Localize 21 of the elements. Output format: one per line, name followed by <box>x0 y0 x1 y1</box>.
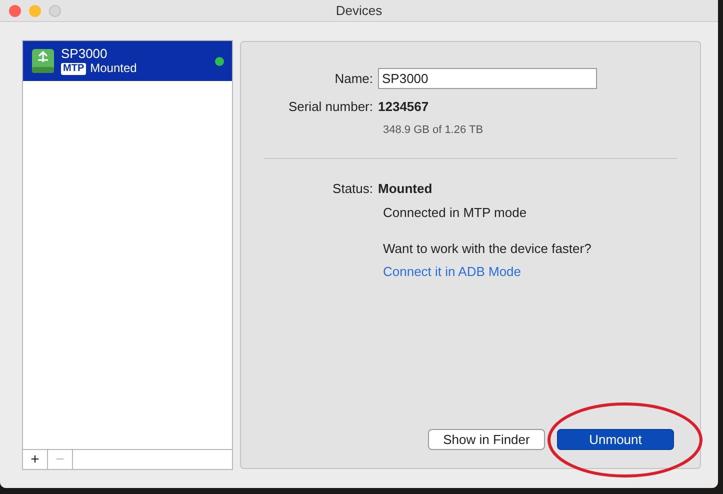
adb-mode-link[interactable]: Connect it in ADB Mode <box>383 262 522 281</box>
show-in-finder-button[interactable]: Show in Finder <box>428 429 545 450</box>
name-field[interactable]: SP3000 <box>378 68 597 89</box>
unmount-button[interactable]: Unmount <box>557 429 674 450</box>
capacity-text: 348.9 GB of 1.26 TB <box>383 122 484 138</box>
name-label: Name: <box>334 70 374 88</box>
zoom-button[interactable] <box>49 4 61 16</box>
device-item[interactable]: SP3000 MTP Mounted <box>23 41 232 81</box>
status-detail: Connected in MTP mode <box>383 204 528 222</box>
add-button[interactable]: + <box>23 450 48 469</box>
window-title: Devices <box>334 2 384 20</box>
minimize-button[interactable] <box>29 4 41 16</box>
status-label: Status: <box>332 180 374 198</box>
close-button[interactable] <box>9 4 21 16</box>
mode-badge: MTP <box>61 62 86 74</box>
device-name: SP3000 <box>61 46 108 61</box>
status-value: Mounted <box>378 180 432 198</box>
serial-number: 1234567 <box>378 98 429 116</box>
serial-label: Serial number: <box>287 98 374 116</box>
device-status: Mounted <box>90 61 137 76</box>
hint-text: Want to work with the device faster? <box>383 240 592 258</box>
